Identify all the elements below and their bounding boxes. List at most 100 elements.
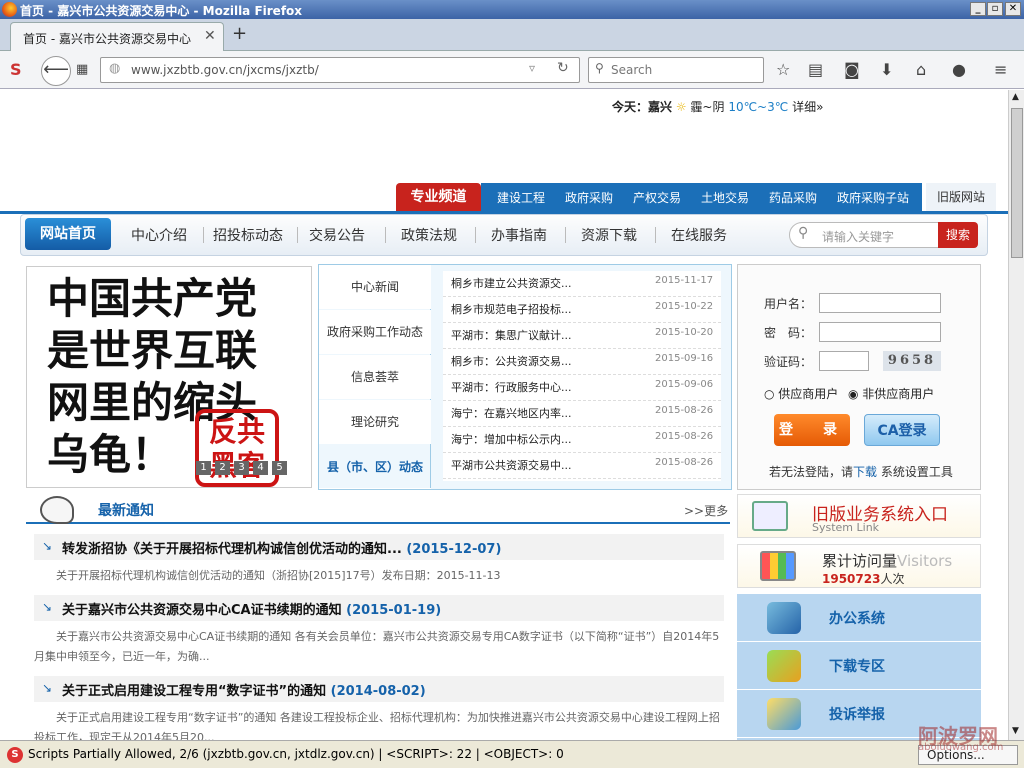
visit-counter: 累计访问量Visitors 1950723人次 (737, 544, 981, 588)
slide-dot[interactable]: 2 (215, 461, 230, 475)
noscript-icon[interactable]: S (10, 59, 22, 81)
slide-dot[interactable]: 5 (272, 461, 287, 475)
keyword-search-button[interactable]: 搜索 (938, 222, 978, 248)
tab-label: 首页 - 嘉兴市公共资源交易中心 (23, 32, 191, 46)
tab-active[interactable]: 首页 - 嘉兴市公共资源交易中心 ✕ (10, 22, 224, 51)
news-row[interactable]: 桐乡市建立公共资源交... 2015-11-17 (443, 271, 721, 297)
news-row[interactable]: 海宁：在嘉兴地区内率... 2015-08-26 (443, 401, 721, 427)
news-row[interactable]: 桐乡市：公共资源交易... 2015-09-16 (443, 349, 721, 375)
nav-item[interactable]: 资源下载 (581, 225, 637, 245)
news-tab[interactable]: 理论研究 (319, 400, 431, 444)
banner-line: 是世界互联 (47, 326, 258, 375)
download-zone-link[interactable]: 下载专区 (737, 642, 981, 690)
slide-dot[interactable]: 4 (253, 461, 268, 475)
nav-item[interactable]: 交易公告 (309, 225, 365, 245)
ca-login-button[interactable]: CA登录 (864, 414, 940, 446)
weather-widget: 今天：嘉兴 ☼ 霾~阴 10℃~3℃ 详细» (612, 98, 823, 115)
arrow-icon: ↘ (42, 539, 53, 553)
office-system-link[interactable]: 办公系统 (737, 594, 981, 642)
noscript-status-icon[interactable]: S (7, 747, 23, 763)
nav-item[interactable]: 办事指南 (491, 225, 547, 245)
maximize-button[interactable]: ▫ (987, 2, 1003, 16)
notice-item[interactable]: ↘ 转发浙招协《关于开展招标代理机构诚信创优活动的通知... (2015-12-0… (34, 534, 724, 560)
captcha-input[interactable] (819, 351, 869, 371)
reload-icon[interactable]: ↻ (557, 60, 569, 76)
news-title: 海宁：增加中标公示内... (451, 433, 572, 446)
reader-icon[interactable]: ▦ (76, 59, 88, 81)
nav-item[interactable]: 在线服务 (671, 225, 727, 245)
bookmarks-list-icon[interactable]: ▤ (808, 59, 823, 81)
monitor-chart-icon (760, 551, 796, 581)
password-input[interactable] (819, 322, 941, 342)
notice-item-date: (2015-01-19) (346, 603, 442, 618)
home-icon[interactable]: ⌂ (916, 59, 926, 81)
bookmark-star-icon[interactable]: ☆ (776, 59, 790, 81)
news-tab[interactable]: 政府采购工作动态 (319, 310, 431, 354)
weather-detail-link[interactable]: 详细» (792, 100, 823, 114)
supplier-radio[interactable]: ○ 供应商用户 (764, 385, 838, 402)
news-row[interactable]: 平湖市公共资源交易中... 2015-08-26 (443, 453, 721, 479)
captcha-image[interactable]: 9658 (883, 351, 941, 371)
channel-link[interactable]: 建设工程 (497, 189, 545, 206)
notice-item-title: 关于正式启用建设工程专用“数字证书”的通知 (62, 684, 327, 699)
weather-desc: 霾~阴 (690, 100, 725, 114)
divider (565, 227, 566, 243)
slide-dot[interactable]: 3 (234, 461, 249, 475)
web-page: 今天：嘉兴 ☼ 霾~阴 10℃~3℃ 详细» 专业频道 建设工程 政府采购 产权… (0, 90, 1008, 740)
scroll-down-icon[interactable]: ▼ (1012, 726, 1019, 736)
news-tab[interactable]: 信息荟萃 (319, 355, 431, 399)
back-button[interactable]: ⟵ (41, 56, 71, 86)
news-tab[interactable]: 中心新闻 (319, 265, 431, 309)
navigation-toolbar: S ⟵ ▦ ◍ www.jxzbtb.gov.cn/jxcms/jxztb/ ▿… (0, 51, 1024, 89)
search-icon: ⚲ (595, 61, 604, 75)
channel-link[interactable]: 土地交易 (701, 189, 749, 206)
chat-icon[interactable]: ● (952, 59, 966, 81)
vertical-scrollbar[interactable]: ▲ ▼ (1008, 90, 1024, 740)
notice-item[interactable]: ↘ 关于正式启用建设工程专用“数字证书”的通知 (2014-08-02) (34, 676, 724, 702)
more-link[interactable]: >>更多 (684, 502, 728, 519)
news-date: 2015-08-26 (655, 431, 714, 442)
news-row[interactable]: 海宁：增加中标公示内... 2015-08-26 (443, 427, 721, 453)
dropdown-icon[interactable]: ▿ (529, 61, 535, 75)
channel-link[interactable]: 产权交易 (633, 189, 681, 206)
close-window-button[interactable]: ✕ (1005, 2, 1021, 16)
menu-icon[interactable]: ≡ (994, 59, 1007, 81)
keyword-placeholder: 请输入关键字 (822, 230, 895, 244)
channel-link[interactable]: 政府采购 (565, 189, 613, 206)
download-icon[interactable]: ⬇ (880, 59, 893, 81)
nav-item[interactable]: 中心介绍 (131, 225, 187, 245)
channel-link[interactable]: 药品采购 (769, 189, 817, 206)
download-link[interactable]: 下载 (853, 465, 877, 479)
keyword-search-input[interactable]: ⚲ 请输入关键字 (789, 222, 939, 248)
divider (203, 227, 204, 243)
nonsupplier-radio[interactable]: ◉ 非供应商用户 (848, 385, 934, 402)
computer-icon (752, 501, 788, 531)
old-site-link[interactable]: 旧版网站 (926, 183, 996, 211)
search-bar[interactable]: ⚲ Search (588, 57, 764, 83)
news-panel: 中心新闻 政府采购工作动态 信息荟萃 理论研究 县（市、区）动态 桐乡市建立公共… (318, 264, 732, 490)
notice-section: 最新通知 >>更多 ↘ 转发浙招协《关于开展招标代理机构诚信创优活动的通知... … (26, 494, 730, 740)
window-titlebar: 首页 - 嘉兴市公共资源交易中心 - Mozilla Firefox _ ▫ ✕ (0, 0, 1024, 19)
news-tab-active[interactable]: 县（市、区）动态 (319, 445, 431, 489)
slide-dot[interactable]: 1 (196, 461, 211, 475)
banner-slideshow[interactable]: 中国共产党 是世界互联 网里的缩头 乌龟！ 反共 黑客 (26, 266, 312, 488)
close-tab-icon[interactable]: ✕ (204, 28, 216, 44)
nav-item[interactable]: 政策法规 (401, 225, 457, 245)
notice-item[interactable]: ↘ 关于嘉兴市公共资源交易中心CA证书续期的通知 (2015-01-19) (34, 595, 724, 621)
nav-home[interactable]: 网站首页 (25, 218, 111, 250)
pocket-icon[interactable]: ◙ (844, 59, 860, 81)
scroll-up-icon[interactable]: ▲ (1012, 92, 1019, 102)
news-row[interactable]: 平湖市：行政服务中心... 2015-09-06 (443, 375, 721, 401)
login-button[interactable]: 登 录 (774, 414, 850, 446)
weather-temp: 10℃~3℃ (728, 100, 789, 114)
nav-item[interactable]: 招投标动态 (213, 225, 283, 245)
news-row[interactable]: 桐乡市规范电子招投标... 2015-10-22 (443, 297, 721, 323)
channel-link[interactable]: 政府采购子站 (837, 189, 909, 206)
new-tab-icon[interactable]: + (232, 23, 247, 44)
username-input[interactable] (819, 293, 941, 313)
old-system-link[interactable]: 旧版业务系统入口 System Link (737, 494, 981, 538)
minimize-button[interactable]: _ (970, 2, 986, 16)
scroll-thumb[interactable] (1011, 108, 1023, 258)
news-row[interactable]: 平湖市：集思广议献计... 2015-10-20 (443, 323, 721, 349)
url-bar[interactable]: ◍ www.jxzbtb.gov.cn/jxcms/jxztb/ ▿ ↻ (100, 57, 580, 83)
